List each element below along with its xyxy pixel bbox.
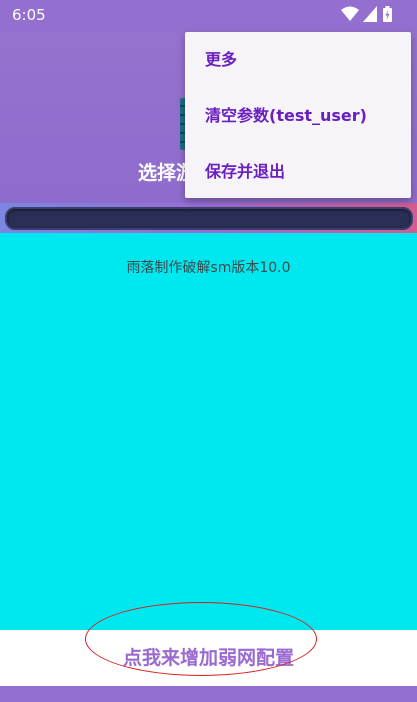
bottom-bar: 点我来增加弱网配置 (0, 602, 417, 686)
version-text: 雨落制作破解sm版本10.0 (126, 260, 291, 276)
progress-track (5, 207, 413, 230)
menu-item-clear-params[interactable]: 清空参数(test_user) (185, 88, 411, 144)
status-bar: 6:05 (0, 0, 417, 32)
overflow-menu: 更多 清空参数(test_user) 保存并退出 (185, 32, 411, 198)
add-weak-network-config-button[interactable]: 点我来增加弱网配置 (0, 630, 417, 686)
signal-icon (363, 6, 377, 22)
progress-bar (0, 203, 417, 233)
main-content: 雨落制作破解sm版本10.0 (0, 233, 417, 630)
navigation-strip (0, 686, 417, 702)
battery-icon (383, 6, 392, 22)
menu-item-save-and-exit[interactable]: 保存并退出 (185, 144, 411, 200)
wifi-icon (341, 6, 359, 21)
status-time: 6:05 (12, 6, 46, 24)
menu-item-more[interactable]: 更多 (185, 32, 411, 88)
